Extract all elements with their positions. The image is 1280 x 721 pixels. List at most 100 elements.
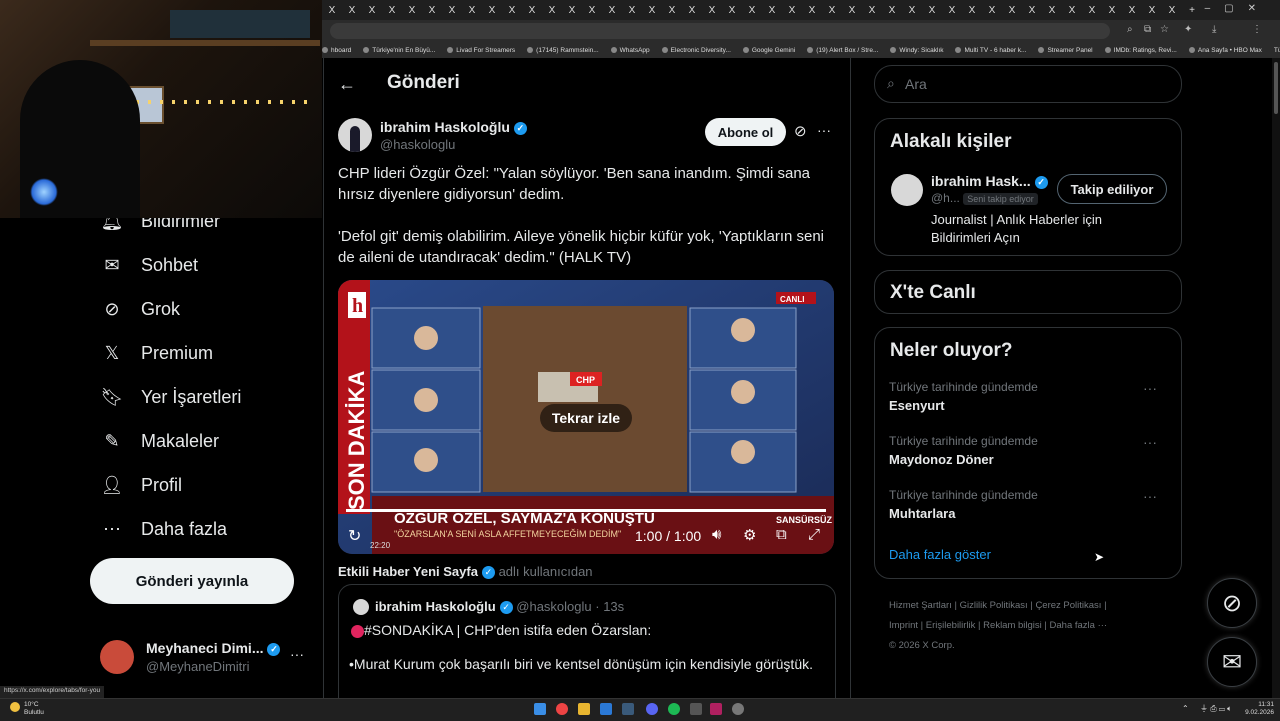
discord-icon[interactable]	[646, 703, 658, 715]
following-button[interactable]: Takip ediliyor	[1057, 174, 1167, 204]
more-icon[interactable]: ···	[1143, 488, 1157, 504]
spotify-icon[interactable]	[668, 703, 680, 715]
tab-close-icon[interactable]: X	[442, 5, 462, 16]
nav-item-grok[interactable]: ⊘ Grok	[100, 294, 180, 324]
avatar[interactable]	[891, 174, 923, 206]
footer-link[interactable]: Gizlilik Politikası	[960, 600, 1028, 611]
tab-close-icon[interactable]: X	[882, 5, 902, 16]
tab-close-icon[interactable]: X	[1122, 5, 1142, 16]
more-icon[interactable]: ···	[1143, 380, 1157, 396]
more-icon[interactable]: ···	[1143, 434, 1157, 450]
tray-icons[interactable]: ⏚ ⎙ ▭ 🔈︎	[1200, 703, 1232, 714]
subscribe-button[interactable]: Abone ol	[705, 118, 786, 146]
tab-close-icon[interactable]: X	[622, 5, 642, 16]
tab-close-icon[interactable]: X	[602, 5, 622, 16]
search-box[interactable]: ⌕ Ara	[874, 65, 1182, 103]
tab-close-icon[interactable]: X	[322, 5, 342, 16]
tab-close-icon[interactable]: X	[1062, 5, 1082, 16]
pip-icon[interactable]: ⧉	[776, 526, 787, 543]
tab-close-icon[interactable]: X	[722, 5, 742, 16]
quoted-tweet[interactable]: ibrahim Haskoloğlu ✓ @haskologlu · 13s #S…	[338, 584, 836, 716]
app-icon[interactable]	[710, 703, 722, 715]
tab-close-icon[interactable]: X	[482, 5, 502, 16]
scrollbar[interactable]	[1272, 58, 1280, 698]
tab-close-icon[interactable]: X	[462, 5, 482, 16]
footer-link[interactable]: Imprint	[889, 620, 918, 631]
address-bar[interactable]: ⌕ ⧉ ☆ ✦ ⤓ ⋮	[322, 20, 1280, 42]
bookmark-item[interactable]: Türkiye'nin En Büyü...	[363, 47, 435, 54]
post-button[interactable]: Gönderi yayınla	[90, 558, 294, 604]
bookmark-item[interactable]: (17145) Rammstein...	[527, 47, 599, 54]
bookmark-item[interactable]: Ana Sayfa • HBO Max	[1188, 47, 1262, 54]
bookmark-item[interactable]: Windy: Sicaklık	[890, 47, 943, 54]
nav-item-sohbet[interactable]: ✉ Sohbet	[100, 250, 198, 280]
tab-close-icon[interactable]: X	[822, 5, 842, 16]
tab-close-icon[interactable]: X	[1082, 5, 1102, 16]
tray-chevron-icon[interactable]: ⌃	[1182, 704, 1189, 713]
footer-link[interactable]: Reklam bilgisi	[983, 620, 1042, 631]
scrollbar-thumb[interactable]	[1274, 62, 1278, 114]
tab-close-icon[interactable]: X	[542, 5, 562, 16]
menu-icon[interactable]: ⋮	[1252, 24, 1262, 35]
url-field[interactable]	[330, 23, 1110, 39]
footer-link[interactable]: Erişilebilirlik	[926, 620, 976, 631]
tab-close-icon[interactable]: X	[502, 5, 522, 16]
tab-close-icon[interactable]: X	[1022, 5, 1042, 16]
trend-item[interactable]: Türkiye tarihinde gündemde Esenyurt ···	[889, 380, 1169, 413]
download-icon[interactable]: ⤓	[1212, 24, 1216, 35]
tab-close-icon[interactable]: X	[1162, 5, 1182, 16]
bookmark-item[interactable]: Electronic Diversity...	[661, 47, 731, 54]
extensions-icon[interactable]: ✦	[1184, 24, 1192, 35]
tab-close-icon[interactable]: X	[1102, 5, 1122, 16]
bookmark-item[interactable]: WhatsApp	[610, 47, 650, 54]
footer-link[interactable]: Hizmet Şartları	[889, 600, 952, 611]
replay-icon[interactable]: ↻	[348, 526, 361, 546]
app-icon[interactable]	[732, 703, 744, 715]
tab-close-icon[interactable]: X	[782, 5, 802, 16]
tab-close-icon[interactable]: X	[922, 5, 942, 16]
bookmark-item[interactable]: Multi TV - 6 haber k...	[955, 47, 1026, 54]
tab-close-icon[interactable]: X	[522, 5, 542, 16]
bookmark-item[interactable]: Livad For Streamers	[447, 47, 515, 54]
video-progress-fill[interactable]	[346, 509, 826, 512]
chrome-icon[interactable]	[556, 703, 568, 715]
start-icon[interactable]	[534, 703, 546, 715]
live-card[interactable]: X'te Canlı	[874, 270, 1182, 314]
messages-fab[interactable]: ✉	[1207, 637, 1257, 687]
tab-close-icon[interactable]: X	[982, 5, 1002, 16]
tab-close-icon[interactable]: X	[862, 5, 882, 16]
tab-close-icon[interactable]: X	[742, 5, 762, 16]
bookmark-item[interactable]: Streamer Panel	[1038, 47, 1093, 54]
edge-icon[interactable]	[600, 703, 612, 715]
author-name[interactable]: ibrahim Haskoloğlu	[380, 119, 510, 135]
more-icon[interactable]: ···	[817, 122, 831, 138]
star-icon[interactable]: ☆	[1160, 24, 1169, 35]
related-name[interactable]: ibrahim Hask...	[931, 173, 1031, 189]
tab-close-icon[interactable]: X	[962, 5, 982, 16]
tab-close-icon[interactable]: X	[902, 5, 922, 16]
all-bookmarks[interactable]: Tüm Yer İşaretleri	[1274, 47, 1280, 54]
tab-close-icon[interactable]: X	[942, 5, 962, 16]
tab-close-icon[interactable]: X	[1002, 5, 1022, 16]
more-icon[interactable]: ···	[290, 646, 304, 662]
tab-close-icon[interactable]: X	[402, 5, 422, 16]
author-avatar[interactable]	[338, 118, 372, 152]
window-controls[interactable]: –▢✕	[1205, 3, 1270, 14]
tab-close-icon[interactable]: X	[582, 5, 602, 16]
share-icon[interactable]: ⧉	[1144, 24, 1151, 35]
grok-icon[interactable]: ⊘	[794, 122, 807, 140]
tab-close-icon[interactable]: X	[422, 5, 442, 16]
tab-close-icon[interactable]: X	[342, 5, 362, 16]
tab-close-icon[interactable]: X	[762, 5, 782, 16]
tab-close-icon[interactable]: X	[642, 5, 662, 16]
back-arrow-icon[interactable]: ←	[338, 74, 356, 95]
tab-close-icon[interactable]: X	[702, 5, 722, 16]
tab-close-icon[interactable]: X	[382, 5, 402, 16]
footer-link[interactable]: Daha fazla ···	[1050, 620, 1108, 631]
tab-close-icon[interactable]: X	[562, 5, 582, 16]
trend-item[interactable]: Türkiye tarihinde gündemde Maydonoz Döner…	[889, 434, 1169, 467]
author-handle[interactable]: @haskologlu	[380, 137, 455, 152]
steam-icon[interactable]	[622, 703, 634, 715]
volume-icon[interactable]: 🔊︎	[712, 526, 721, 543]
bookmark-item[interactable]: (19) Alert Box / Stre...	[807, 47, 878, 54]
